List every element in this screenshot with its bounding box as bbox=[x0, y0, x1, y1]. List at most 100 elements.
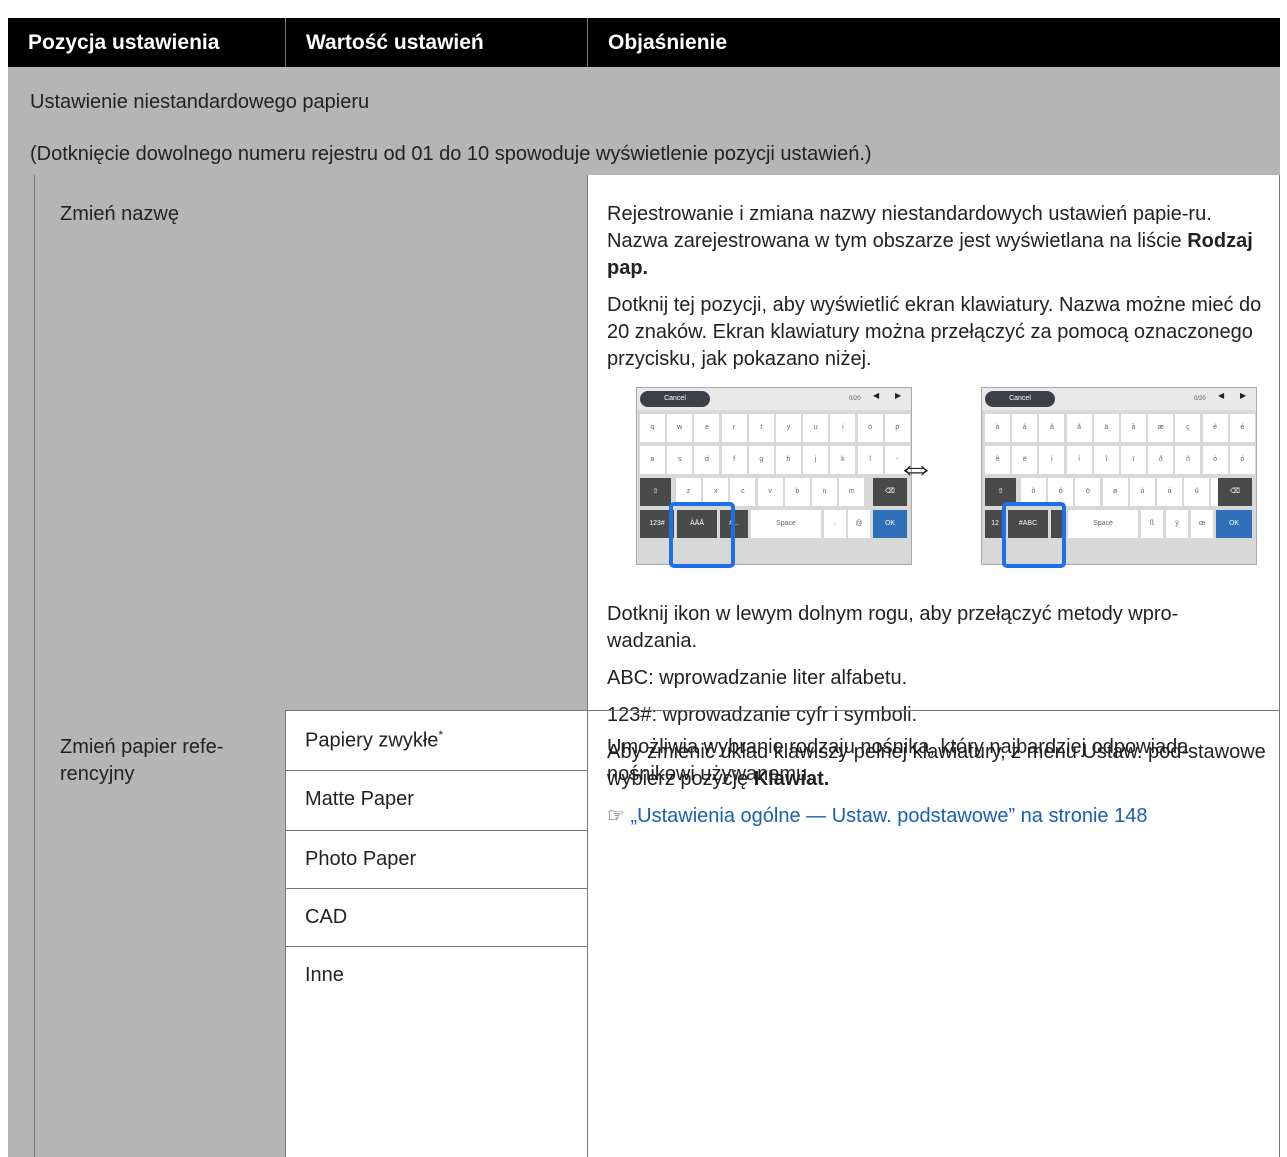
key: ì bbox=[1039, 446, 1065, 474]
key: â bbox=[1039, 414, 1065, 442]
highlight-box bbox=[1002, 502, 1066, 568]
key: œ bbox=[1191, 510, 1213, 538]
key: c bbox=[730, 478, 756, 506]
space-key: Space bbox=[751, 510, 821, 538]
ok-key: OK bbox=[1216, 510, 1252, 538]
key: u bbox=[803, 414, 829, 442]
option-1: Papiery zwykłe* bbox=[305, 728, 444, 752]
key: ù bbox=[1129, 478, 1155, 506]
header-col-value: Wartość ustawień bbox=[306, 31, 484, 54]
option-5: Inne bbox=[305, 964, 344, 986]
key: p bbox=[884, 414, 910, 442]
rename-label: Zmień nazwę bbox=[60, 203, 179, 225]
table-header: Pozycja ustawienia Wartość ustawień Obja… bbox=[8, 18, 1280, 67]
key: n bbox=[812, 478, 837, 506]
key: t bbox=[748, 414, 774, 442]
key: ö bbox=[1075, 478, 1101, 506]
option-3: Photo Paper bbox=[305, 848, 417, 870]
arrow-left-icon: ◀ bbox=[1218, 391, 1225, 400]
section-note: (Dotknięcie dowolnego numeru rejestru od… bbox=[30, 143, 872, 165]
reference-link-line: ☞ „Ustawienia ogólne — Ustaw. podstawowe… bbox=[607, 803, 1267, 830]
key: é bbox=[1229, 414, 1255, 442]
space-key: Space bbox=[1068, 510, 1138, 538]
key: k bbox=[830, 446, 856, 474]
key: î bbox=[1093, 446, 1119, 474]
rename-para-3: Dotknij ikon w lewym dolnym rogu, aby pr… bbox=[607, 603, 1179, 652]
key: d bbox=[694, 446, 720, 474]
keyboard-alpha: Cancel 0/20 ◀ ▶ q w e r t y u i o p a s d f g h j k l - ⇧ z x c… bbox=[636, 387, 912, 568]
rename-para-5: 123#: wprowadzanie cyfr i symboli. bbox=[607, 704, 918, 726]
key: v bbox=[757, 478, 783, 506]
key: ë bbox=[1012, 446, 1038, 474]
section-title: Ustawienie niestandardowego papieru bbox=[30, 91, 370, 113]
key: y bbox=[776, 414, 801, 442]
key: r bbox=[721, 414, 747, 442]
key: ÿ bbox=[1166, 510, 1188, 538]
basic-settings-link[interactable]: „Ustawienia ogólne — Ustaw. podstawowe” … bbox=[631, 805, 1148, 827]
key: å bbox=[1121, 414, 1146, 442]
key: ð bbox=[1148, 446, 1174, 474]
key: ç bbox=[1175, 414, 1201, 442]
cancel-button: Cancel bbox=[640, 391, 710, 407]
key: b bbox=[784, 478, 810, 506]
key: j bbox=[803, 446, 829, 474]
key: w bbox=[667, 414, 693, 442]
key: ò bbox=[1202, 446, 1228, 474]
arrow-right-icon: ▶ bbox=[1240, 391, 1247, 400]
option-2: Matte Paper bbox=[305, 788, 414, 810]
section-band: Ustawienie niestandardowego papieru (Dot… bbox=[8, 67, 1280, 175]
reference-paper-cell: Zmień papier refe-rencyjny bbox=[35, 710, 285, 1157]
key: l bbox=[857, 446, 883, 474]
arrow-right-icon: ▶ bbox=[895, 391, 902, 400]
rename-para-4: ABC: wprowadzanie liter alfabetu. bbox=[607, 667, 908, 689]
key: ã bbox=[1066, 414, 1092, 442]
dot-key: . bbox=[824, 510, 846, 538]
key: û bbox=[1184, 478, 1210, 506]
cancel-button: Cancel bbox=[985, 391, 1055, 407]
key: i bbox=[830, 414, 856, 442]
key: á bbox=[1012, 414, 1038, 442]
char-counter: 0/20 bbox=[1194, 396, 1206, 402]
key: à bbox=[985, 414, 1010, 442]
ok-key: OK bbox=[873, 510, 907, 538]
key: a bbox=[640, 446, 665, 474]
option-4: CAD bbox=[305, 906, 348, 928]
key: ó bbox=[1229, 446, 1255, 474]
key: ú bbox=[1157, 478, 1182, 506]
key: s bbox=[667, 446, 693, 474]
key: æ bbox=[1148, 414, 1174, 442]
key: g bbox=[748, 446, 774, 474]
footnote-mark: * bbox=[438, 728, 444, 742]
indent-stripe bbox=[8, 175, 34, 1157]
shift-key: ⇧ bbox=[640, 478, 671, 506]
reference-paper-label: Zmień papier refe-rencyjny bbox=[60, 736, 224, 785]
arrow-left-icon: ◀ bbox=[873, 391, 880, 400]
key: ñ bbox=[1175, 446, 1201, 474]
keyboard-illustration: Cancel 0/20 ◀ ▶ q w e r t y u i o p a s d f g h j k l - ⇧ z x c… bbox=[607, 387, 1267, 587]
header-col-setting: Pozycja ustawienia bbox=[28, 31, 220, 54]
key: ø bbox=[1102, 478, 1128, 506]
rename-para-2: Dotknij tej pozycji, aby wyświetlić ekra… bbox=[607, 294, 1262, 370]
double-arrow-icon: ⇔ bbox=[896, 445, 936, 489]
key: f bbox=[721, 446, 747, 474]
key: e bbox=[694, 414, 720, 442]
hand-pointing-icon: ☞ bbox=[607, 805, 625, 827]
header-col-explanation: Objaśnienie bbox=[608, 31, 728, 54]
key: ä bbox=[1093, 414, 1119, 442]
key: o bbox=[857, 414, 883, 442]
key: í bbox=[1066, 446, 1092, 474]
key: q bbox=[640, 414, 665, 442]
key: ï bbox=[1121, 446, 1146, 474]
key: h bbox=[776, 446, 801, 474]
rename-para-1: Rejestrowanie i zmiana nazwy niestandard… bbox=[607, 203, 1253, 279]
rename-cell: Zmień nazwę bbox=[35, 175, 588, 710]
page: Pozycja ustawienia Wartość ustawień Obja… bbox=[0, 0, 1287, 1157]
key: ß bbox=[1141, 510, 1163, 538]
highlight-box bbox=[669, 502, 735, 568]
key: ê bbox=[985, 446, 1010, 474]
keyboard-accented: Cancel 0/20 ◀ ▶ à á â ã ä å æ ç è é ê ë ì í î ï ð ñ ò ó ⇧ ô õ ö… bbox=[981, 387, 1257, 568]
key: è bbox=[1202, 414, 1228, 442]
at-key: @ bbox=[848, 510, 870, 538]
reference-paper-desc: Umożliwia wybranie rodzaju nośnika, któr… bbox=[607, 736, 1189, 785]
backspace-key: ⌫ bbox=[1218, 478, 1252, 506]
